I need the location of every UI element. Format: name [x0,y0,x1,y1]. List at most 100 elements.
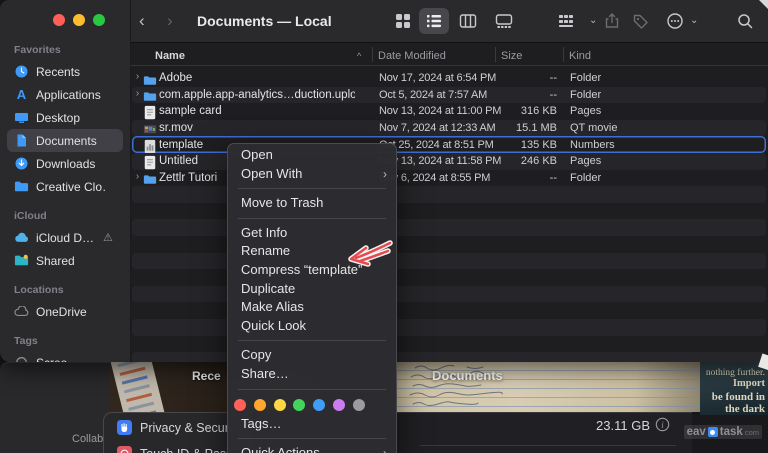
hand-icon [117,420,132,435]
sidebar-item[interactable]: Scree [7,351,123,362]
sidebar-item-label: iCloud D… [36,231,94,245]
file-name: com.apple.app-analytics…duction.upload-d… [159,89,355,101]
sort-ascending-icon[interactable]: ^ [357,51,361,61]
list-view-icon[interactable] [425,12,443,30]
disclosure-chevron-icon[interactable]: › [133,88,142,99]
column-header-name[interactable]: Name [155,50,185,62]
column-divider[interactable] [495,47,496,62]
cloud-outline-icon [14,304,29,319]
forward-button[interactable]: › [167,10,173,31]
table-row[interactable]: sample card Nov 13, 2024 at 11:00 PM 316… [132,103,766,120]
tag-color-dots [228,395,396,415]
sidebar-item[interactable]: Shared [7,249,123,272]
disclosure-chevron-icon[interactable]: › [133,71,142,82]
chevron-down-icon: ⌄ [589,15,597,26]
tag-dot[interactable] [254,399,266,411]
menu-item[interactable]: Open With› [228,165,396,184]
file-size: -- [462,72,557,84]
gallery-view-button[interactable] [495,12,513,30]
sidebar-item[interactable]: Recents [7,60,123,83]
table-row[interactable]: › com.apple.app-analytics…duction.upload… [132,87,766,104]
sidebar-item-label: Creative Clo… [36,180,107,194]
recents-label: Rece [192,369,221,383]
sidebar-section: Favorites Recents A Applications Desktop… [0,44,130,198]
sidebar: Favorites Recents A Applications Desktop… [0,0,130,362]
column-view-button[interactable] [459,12,477,30]
watermark-icon [708,427,718,437]
sidebar-item[interactable]: Creative Clo… [7,175,123,198]
downloads-icon [14,156,29,171]
settings-item-privacy[interactable]: Privacy & Securi [117,420,232,435]
submenu-chevron-icon: › [383,165,387,184]
folder-file-icon [143,89,157,101]
pages-file-icon [143,155,157,167]
tag-button[interactable] [632,12,650,30]
column-divider[interactable] [372,47,373,62]
file-kind: Numbers [570,139,615,151]
numbers-file-icon [143,139,157,151]
tag-dot[interactable] [313,399,325,411]
menu-item[interactable]: Make Alias [228,298,396,317]
applications-icon: A [14,87,29,102]
menu-divider [238,218,386,219]
column-header-size[interactable]: Size [501,50,522,62]
file-kind: Pages [570,105,601,117]
folder-file-icon [143,172,157,184]
settings-item-touchid[interactable]: Touch ID & Pass [117,446,232,453]
menu-item[interactable]: Move to Trash [228,194,396,213]
column-divider[interactable] [563,47,564,62]
menu-item[interactable]: Open [228,146,396,165]
sidebar-item[interactable]: iCloud D… ⚠ [7,226,123,249]
column-header-kind[interactable]: Kind [569,50,591,62]
menu-item[interactable]: Quick Look [228,317,396,336]
sidebar-item-label: Desktop [36,111,80,125]
tag-dot[interactable] [274,399,286,411]
disclosure-chevron-icon[interactable]: › [133,171,142,182]
touch-id-icon [117,446,132,453]
group-by-button[interactable] [557,12,575,30]
warning-icon: ⚠ [103,231,113,244]
sidebar-item[interactable]: OneDrive [7,300,123,323]
more-actions-button[interactable] [666,12,684,30]
sidebar-item[interactable]: Desktop [7,106,123,129]
menu-item[interactable]: Quick Actions› [228,444,396,453]
submenu-chevron-icon: › [383,444,387,453]
tag-dot[interactable] [353,399,365,411]
sidebar-item-label: OneDrive [36,305,87,319]
menu-item[interactable]: Copy [228,346,396,365]
divider [130,42,768,43]
sidebar-item-label: Documents [36,134,97,148]
sidebar-item[interactable]: Downloads [7,152,123,175]
photo-thumbnail [110,362,166,412]
sidebar-item[interactable]: A Applications [7,83,123,106]
menu-item[interactable]: Duplicate [228,280,396,299]
tag-dot[interactable] [293,399,305,411]
table-row[interactable]: › Adobe Nov 17, 2024 at 6:54 PM -- Folde… [132,70,766,87]
svg-text:A: A [17,87,27,102]
table-row[interactable]: sr.mov Nov 7, 2024 at 12:33 AM 15.1 MB Q… [132,120,766,137]
background-collab-label: Collab [72,433,103,445]
menu-item[interactable]: Tags… [228,415,396,434]
back-button[interactable]: ‹ [139,10,145,31]
chevron-down-icon: ⌄ [690,15,698,26]
column-header-date[interactable]: Date Modified [378,50,446,62]
search-icon[interactable] [736,12,754,30]
tag-dot[interactable] [234,399,246,411]
file-size: 135 KB [462,139,557,151]
icon-view-button[interactable] [394,12,412,30]
divider [420,445,676,446]
menu-item[interactable]: Share… [228,365,396,384]
svg-text:i: i [661,420,664,430]
share-button[interactable] [603,12,621,30]
info-icon[interactable]: i [655,417,670,432]
file-list-body: › Adobe Nov 17, 2024 at 6:54 PM -- Folde… [130,66,768,362]
tag-dot[interactable] [333,399,345,411]
menu-divider [238,188,386,189]
file-name: Adobe [159,72,355,84]
file-kind: Folder [570,172,601,184]
menu-divider [238,340,386,341]
background-photo-book: nothing further. Import be found in the … [700,362,768,415]
clock-icon [14,64,29,79]
sidebar-item[interactable]: Documents [7,129,123,152]
sidebar-item-label: Shared [36,254,75,268]
